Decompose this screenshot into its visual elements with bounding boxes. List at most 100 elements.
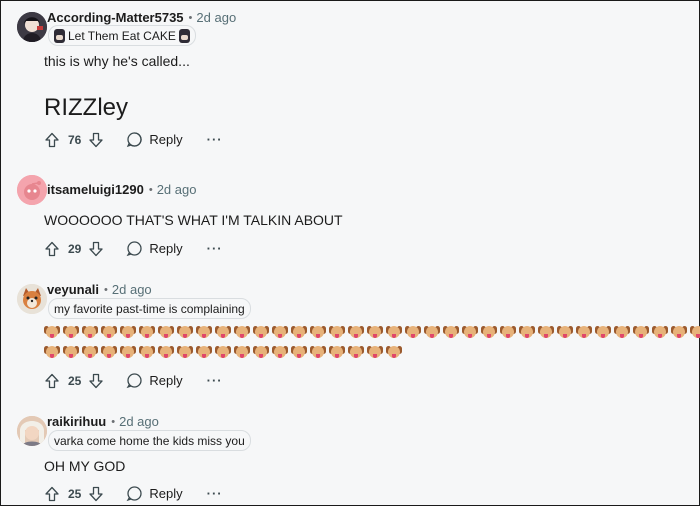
timestamp[interactable]: 2d ago bbox=[157, 182, 197, 197]
dog-face-emoji-icon bbox=[576, 325, 592, 339]
upvote-icon bbox=[45, 373, 59, 388]
upvote-icon bbox=[45, 486, 59, 501]
username[interactable]: raikirihuu bbox=[47, 414, 106, 429]
separator-dot: • bbox=[148, 183, 153, 196]
dog-face-emoji-icon bbox=[272, 325, 288, 339]
username[interactable]: itsameluigi1290 bbox=[47, 182, 144, 197]
upvote-button[interactable] bbox=[44, 486, 60, 502]
dog-face-emoji-icon bbox=[44, 345, 60, 359]
timestamp[interactable]: 2d ago bbox=[196, 10, 236, 25]
timestamp[interactable]: 2d ago bbox=[119, 414, 159, 429]
avatar-image bbox=[17, 175, 47, 205]
reply-button[interactable]: Reply bbox=[126, 240, 183, 257]
downvote-icon bbox=[89, 373, 104, 388]
dog-face-emoji-icon bbox=[215, 345, 231, 359]
avatar[interactable] bbox=[17, 284, 47, 314]
reply-icon bbox=[126, 486, 143, 502]
reply-label: Reply bbox=[149, 486, 183, 501]
dog-face-emoji-icon bbox=[348, 345, 364, 359]
reply-button[interactable]: Reply bbox=[126, 372, 183, 389]
timestamp[interactable]: 2d ago bbox=[112, 282, 152, 297]
dog-face-emoji-icon bbox=[329, 325, 345, 339]
reply-icon bbox=[126, 241, 143, 257]
dog-face-emoji-icon bbox=[633, 325, 649, 339]
dog-face-emoji-icon bbox=[139, 325, 155, 339]
flair-text: Let Them Eat CAKE bbox=[68, 28, 176, 43]
dog-face-emoji-icon bbox=[557, 325, 573, 339]
vote-count: 29 bbox=[68, 241, 82, 256]
avatar-image bbox=[17, 12, 47, 42]
dog-face-emoji-icon bbox=[405, 325, 421, 339]
dog-face-emoji-icon bbox=[481, 325, 497, 339]
dog-face-emoji-icon bbox=[652, 325, 668, 339]
comment-text: OH MY GOD bbox=[44, 458, 126, 474]
avatar-image bbox=[17, 284, 47, 314]
dog-face-emoji-icon bbox=[519, 325, 535, 339]
more-options-button[interactable]: ··· bbox=[207, 132, 223, 147]
dog-face-emoji-icon bbox=[614, 325, 630, 339]
dog-face-emoji-icon bbox=[443, 325, 459, 339]
user-flair: varka come home the kids miss you bbox=[48, 430, 251, 451]
dog-face-emoji-icon bbox=[424, 325, 440, 339]
dog-face-emoji-icon bbox=[538, 325, 554, 339]
dog-face-emoji-icon bbox=[386, 345, 402, 359]
reply-button[interactable]: Reply bbox=[126, 131, 183, 148]
user-flair: Let Them Eat CAKE bbox=[48, 25, 196, 46]
more-options-button[interactable]: ··· bbox=[207, 373, 223, 388]
upvote-button[interactable] bbox=[44, 241, 60, 257]
emoji-row bbox=[44, 325, 700, 339]
comment-text: WOOOOOO THAT'S WHAT I'M TALKIN ABOUT bbox=[44, 212, 343, 228]
dog-face-emoji-icon bbox=[120, 325, 136, 339]
downvote-icon bbox=[89, 132, 104, 147]
dog-face-emoji-icon bbox=[310, 345, 326, 359]
avatar-image bbox=[17, 416, 47, 446]
dog-face-emoji-icon bbox=[690, 325, 700, 339]
flair-emoji-icon bbox=[54, 28, 65, 43]
dog-face-emoji-icon bbox=[177, 325, 193, 339]
downvote-button[interactable] bbox=[88, 486, 104, 502]
dog-face-emoji-icon bbox=[139, 345, 155, 359]
avatar[interactable] bbox=[17, 416, 47, 446]
dog-face-emoji-icon bbox=[329, 345, 345, 359]
reply-icon bbox=[126, 373, 143, 389]
avatar[interactable] bbox=[17, 12, 47, 42]
dog-face-emoji-icon bbox=[671, 325, 687, 339]
dog-face-emoji-icon bbox=[158, 345, 174, 359]
dog-face-emoji-icon bbox=[348, 325, 364, 339]
dog-face-emoji-icon bbox=[234, 325, 250, 339]
dog-face-emoji-icon bbox=[367, 325, 383, 339]
upvote-icon bbox=[45, 241, 59, 256]
dog-face-emoji-icon bbox=[367, 345, 383, 359]
user-flair: my favorite past-time is complaining bbox=[48, 298, 251, 319]
dog-face-emoji-icon bbox=[196, 345, 212, 359]
downvote-button[interactable] bbox=[88, 241, 104, 257]
dog-face-emoji-icon bbox=[101, 345, 117, 359]
reply-button[interactable]: Reply bbox=[126, 485, 183, 502]
upvote-button[interactable] bbox=[44, 373, 60, 389]
flair-emoji-icon bbox=[178, 28, 190, 43]
upvote-icon bbox=[45, 132, 59, 147]
vote-count: 25 bbox=[68, 373, 82, 388]
more-options-button[interactable]: ··· bbox=[207, 486, 223, 501]
dog-face-emoji-icon bbox=[158, 325, 174, 339]
username[interactable]: veyunali bbox=[47, 282, 99, 297]
dog-face-emoji-icon bbox=[120, 345, 136, 359]
dog-face-emoji-icon bbox=[253, 345, 269, 359]
more-options-button[interactable]: ··· bbox=[207, 241, 223, 256]
downvote-icon bbox=[89, 241, 104, 256]
downvote-icon bbox=[89, 486, 104, 501]
dog-face-emoji-icon bbox=[101, 325, 117, 339]
username[interactable]: According-Matter5735 bbox=[47, 10, 184, 25]
dog-face-emoji-icon bbox=[215, 325, 231, 339]
dog-face-emoji-icon bbox=[291, 345, 307, 359]
dog-face-emoji-icon bbox=[595, 325, 611, 339]
separator-dot: • bbox=[111, 415, 116, 428]
downvote-button[interactable] bbox=[88, 132, 104, 148]
dog-face-emoji-icon bbox=[44, 325, 60, 339]
downvote-button[interactable] bbox=[88, 373, 104, 389]
upvote-button[interactable] bbox=[44, 132, 60, 148]
avatar[interactable] bbox=[17, 175, 47, 205]
dog-face-emoji-icon bbox=[63, 325, 79, 339]
dog-face-emoji-icon bbox=[234, 345, 250, 359]
comment-text: this is why he's called... bbox=[44, 53, 190, 69]
